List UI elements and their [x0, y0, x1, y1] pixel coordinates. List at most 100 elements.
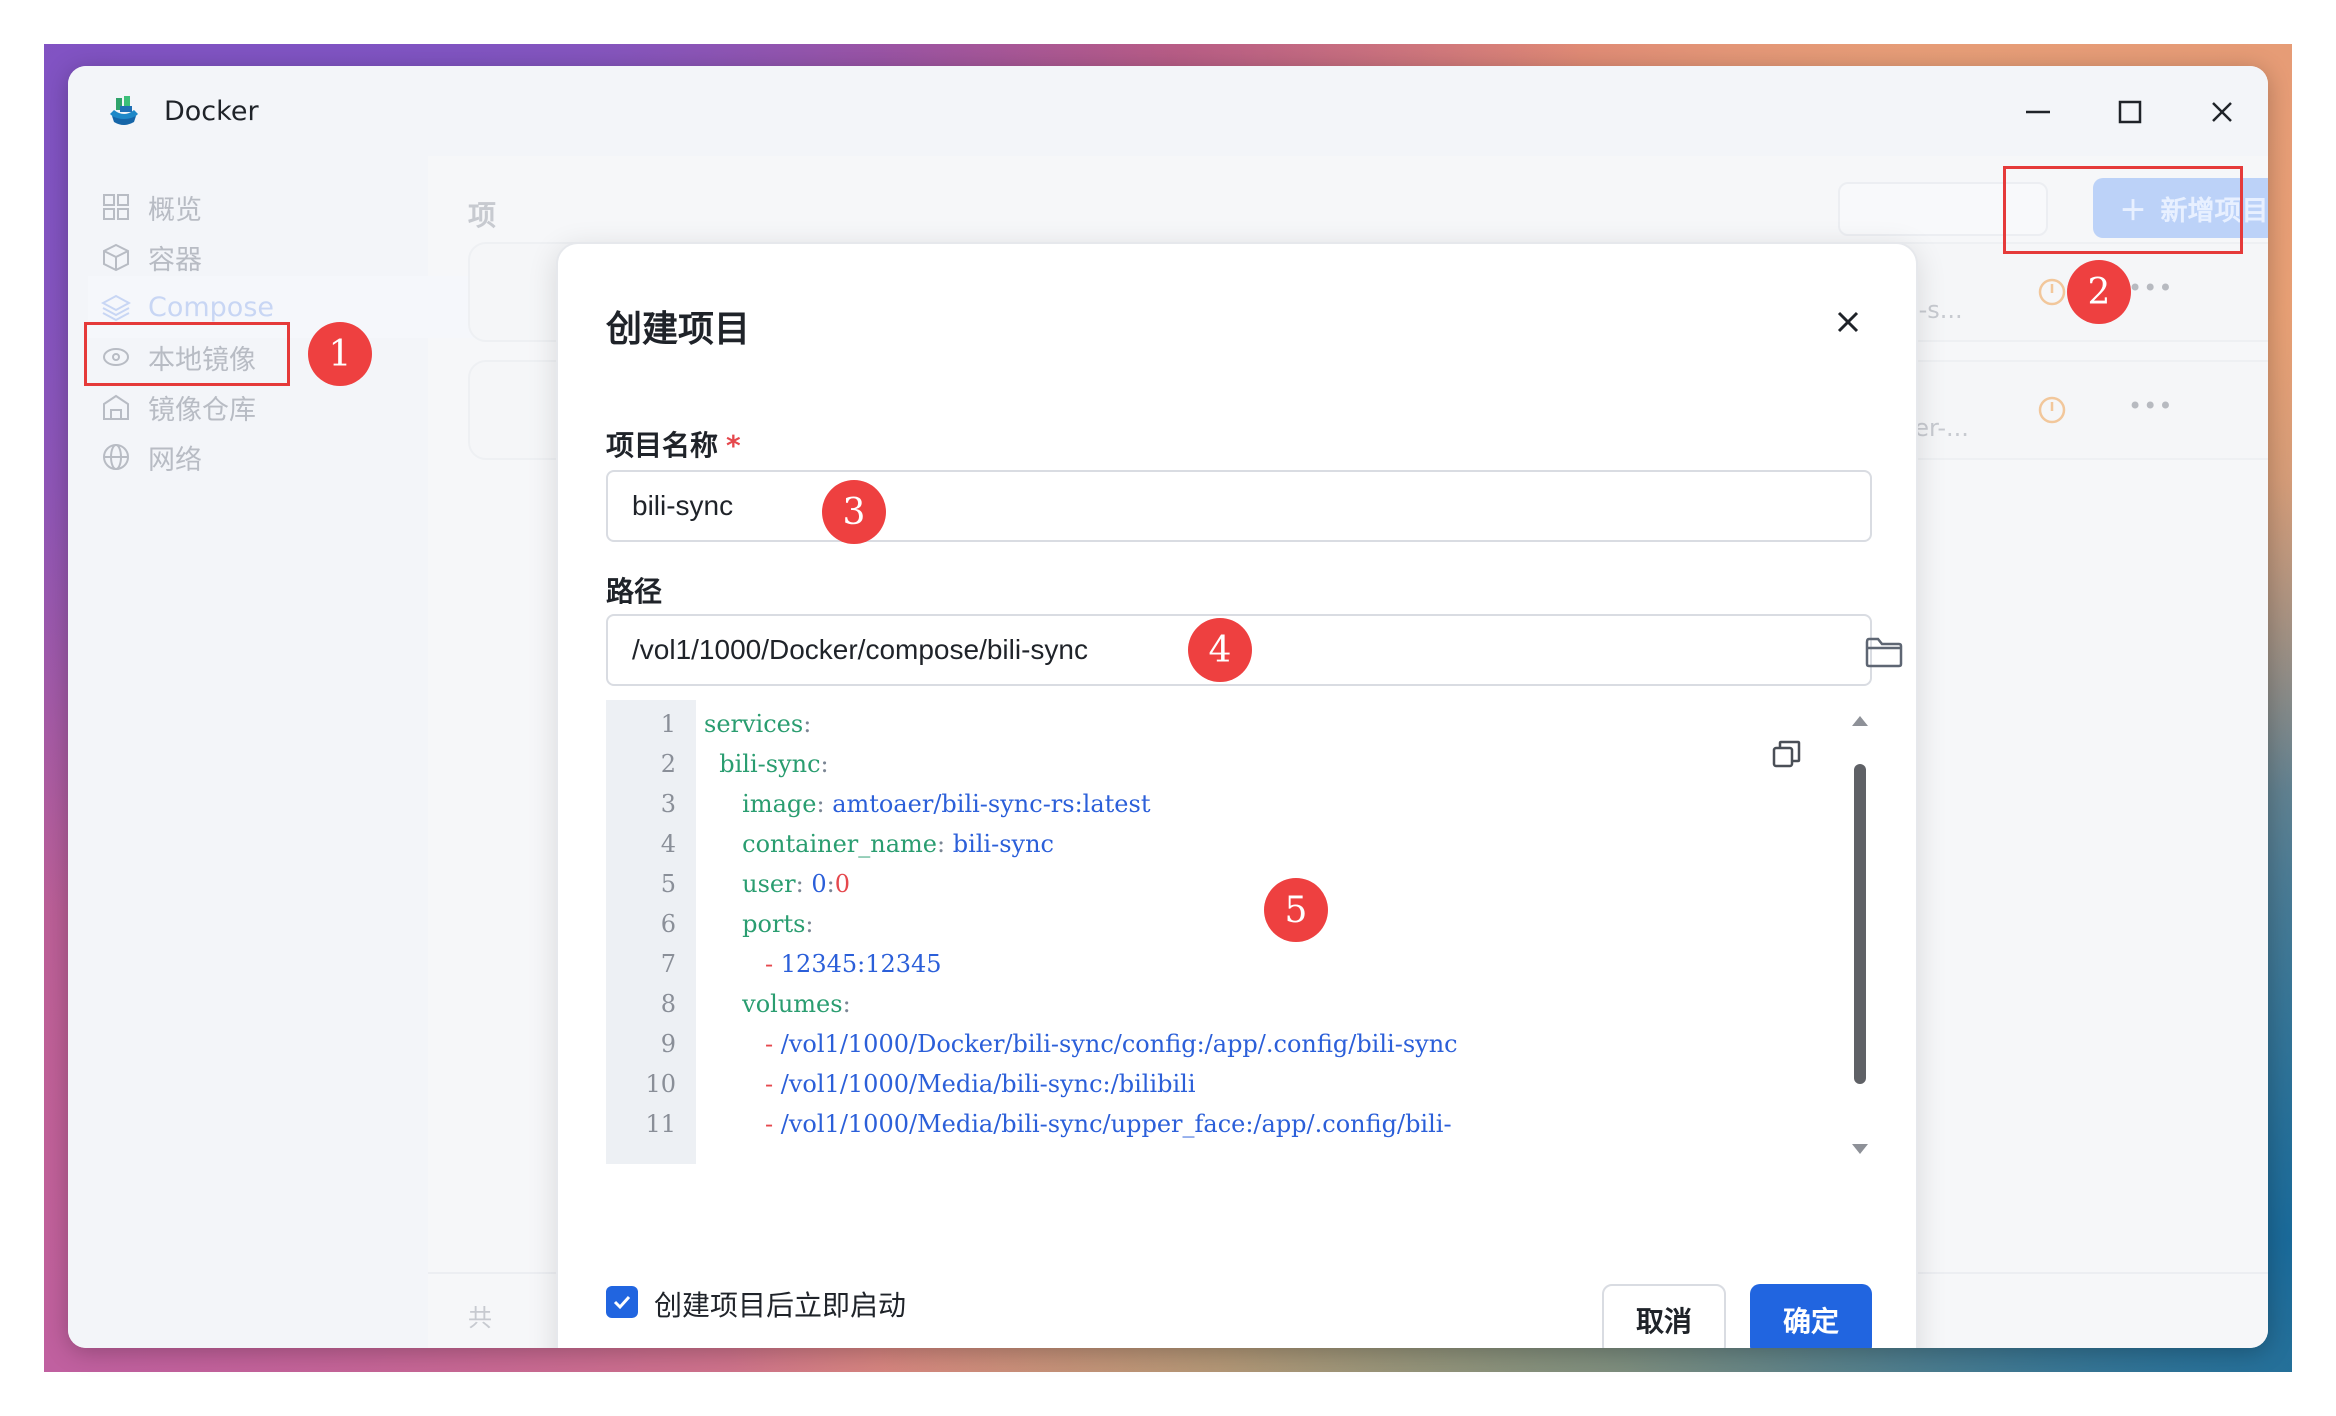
yaml-value: 12345:12345 — [780, 950, 942, 978]
code-text: volumes: — [704, 984, 851, 1024]
annotation-box-2 — [2003, 166, 2243, 254]
scroll-thumb[interactable] — [1854, 764, 1866, 1084]
title-bar: Docker — [68, 66, 2268, 156]
close-icon — [2212, 102, 2232, 122]
code-text: - 12345:12345 — [704, 944, 942, 984]
line-number: 1 — [660, 710, 676, 738]
close-window-button[interactable] — [2202, 92, 2242, 132]
code-text: user: 0:0 — [704, 864, 850, 904]
compose-editor[interactable]: 1 services: 2 bili-sync: 3 image: amtoaer/b… — [606, 700, 1874, 1164]
code-text: container_name: bili-sync — [704, 824, 1054, 864]
docker-window: Docker 概览 容器 Compose 本地镜像 镜像仓库 网络 项 ＋ 新增… — [68, 66, 2268, 1348]
power-icon[interactable] — [2036, 394, 2068, 426]
sidebar-item-label: 概览 — [148, 194, 202, 226]
line-number: 4 — [660, 830, 676, 858]
yaml-punct: - — [765, 1110, 781, 1138]
yaml-value: /vol1/1000/Media/bili-sync/upper_face:/a… — [780, 1110, 1452, 1138]
yaml-value: 0 — [834, 870, 850, 898]
more-icon[interactable]: ••• — [2128, 392, 2173, 420]
section-title: 项 — [468, 199, 497, 232]
yaml-punct: - — [765, 1030, 781, 1058]
line-number: 8 — [660, 990, 676, 1018]
scroll-up-arrow-icon[interactable] — [1852, 716, 1868, 726]
grid-icon — [98, 189, 134, 225]
line-number: 9 — [660, 1030, 676, 1058]
autostart-label: 创建项目后立即启动 — [654, 1289, 907, 1322]
yaml-punct: - — [765, 1070, 781, 1098]
sidebar-item-label: Compose — [148, 291, 275, 323]
copy-icon[interactable] — [1770, 738, 1804, 772]
code-line: 2 bili-sync: — [606, 744, 1806, 784]
yaml-punct: : — [816, 790, 833, 818]
line-number: 11 — [645, 1110, 676, 1138]
annotation-box-1 — [84, 322, 290, 386]
yaml-punct: : — [795, 870, 812, 898]
annotation-badge-4: 4 — [1188, 618, 1252, 682]
footer-text: 共 — [468, 1304, 492, 1332]
cube-icon — [98, 239, 134, 275]
line-number: 3 — [660, 790, 676, 818]
confirm-button[interactable]: 确定 — [1750, 1284, 1872, 1348]
sidebar-item-label: 镜像仓库 — [148, 394, 256, 426]
minimize-icon — [2026, 110, 2050, 114]
line-number: 7 — [660, 950, 676, 978]
close-icon — [1837, 311, 1859, 333]
editor-scrollbar[interactable] — [1850, 716, 1870, 1156]
yaml-key: container_name — [742, 830, 937, 858]
code-text: services: — [704, 704, 811, 744]
autostart-checkbox[interactable] — [606, 1286, 638, 1318]
project-name-input[interactable]: bili-sync — [606, 470, 1872, 542]
yaml-punct: - — [765, 950, 781, 978]
yaml-key: image — [742, 790, 817, 818]
yaml-value: /vol1/1000/Docker/bili-sync/config:/app/… — [780, 1030, 1458, 1058]
dialog-title: 创建项目 — [606, 309, 751, 350]
yaml-value: amtoaer/bili-sync-rs:latest — [832, 790, 1151, 818]
more-icon[interactable]: ••• — [2128, 274, 2173, 302]
code-line: 9 - /vol1/1000/Docker/bili-sync/config:/… — [606, 1024, 1806, 1064]
annotation-badge-2: 2 — [2067, 260, 2131, 324]
yaml-value: : — [826, 870, 835, 898]
folder-icon[interactable] — [1864, 634, 1904, 670]
yaml-key: volumes — [742, 990, 843, 1018]
sidebar-item-network[interactable]: 网络 — [88, 426, 478, 488]
warehouse-icon — [98, 389, 134, 425]
create-project-dialog: 创建项目 项目名称 * bili-sync 3 路径 /vol1/1000/Doc… — [556, 242, 1918, 1348]
power-icon[interactable] — [2036, 276, 2068, 308]
code-line: 7 - 12345:12345 — [606, 944, 1806, 984]
line-number: 2 — [660, 750, 676, 778]
code-line: 4 container_name: bili-sync — [606, 824, 1806, 864]
docker-logo-icon — [110, 96, 138, 125]
code-line: 3 image: amtoaer/bili-sync-rs:latest — [606, 784, 1806, 824]
yaml-punct: : — [842, 990, 851, 1018]
code-text: image: amtoaer/bili-sync-rs:latest — [704, 784, 1150, 824]
line-number: 6 — [660, 910, 676, 938]
code-line: 8 volumes: — [606, 984, 1806, 1024]
code-line: 6 ports: — [606, 904, 1806, 944]
minimize-button[interactable] — [2018, 92, 2058, 132]
annotation-badge-5: 5 — [1264, 878, 1328, 942]
yaml-value: 0 — [811, 870, 827, 898]
globe-icon — [98, 439, 134, 475]
yaml-value: bili-sync — [952, 830, 1054, 858]
sidebar-item-label: 网络 — [148, 444, 202, 476]
maximize-button[interactable] — [2110, 92, 2150, 132]
code-text: - /vol1/1000/Media/bili-sync:/bilibili — [704, 1064, 1196, 1104]
yaml-punct: : — [803, 710, 812, 738]
yaml-punct: : — [820, 750, 829, 778]
layers-icon — [98, 289, 134, 325]
yaml-key: user — [742, 870, 796, 898]
code-text: bili-sync: — [704, 744, 829, 784]
annotation-badge-3: 3 — [822, 480, 886, 544]
path-label: 路径 — [606, 575, 663, 608]
project-name-label: 项目名称 * — [606, 429, 741, 462]
yaml-key: ports — [742, 910, 806, 938]
yaml-punct: : — [937, 830, 953, 858]
cancel-button[interactable]: 取消 — [1602, 1284, 1726, 1348]
code-line: 11 - /vol1/1000/Media/bili-sync/upper_fa… — [606, 1104, 1806, 1144]
code-text: - /vol1/1000/Docker/bili-sync/config:/ap… — [704, 1024, 1458, 1064]
maximize-icon — [2118, 100, 2142, 124]
yaml-value: /vol1/1000/Media/bili-sync:/bilibili — [780, 1070, 1196, 1098]
sidebar-item-label: 容器 — [148, 244, 202, 276]
scroll-down-arrow-icon[interactable] — [1852, 1144, 1868, 1154]
dialog-close-button[interactable] — [1828, 302, 1868, 342]
